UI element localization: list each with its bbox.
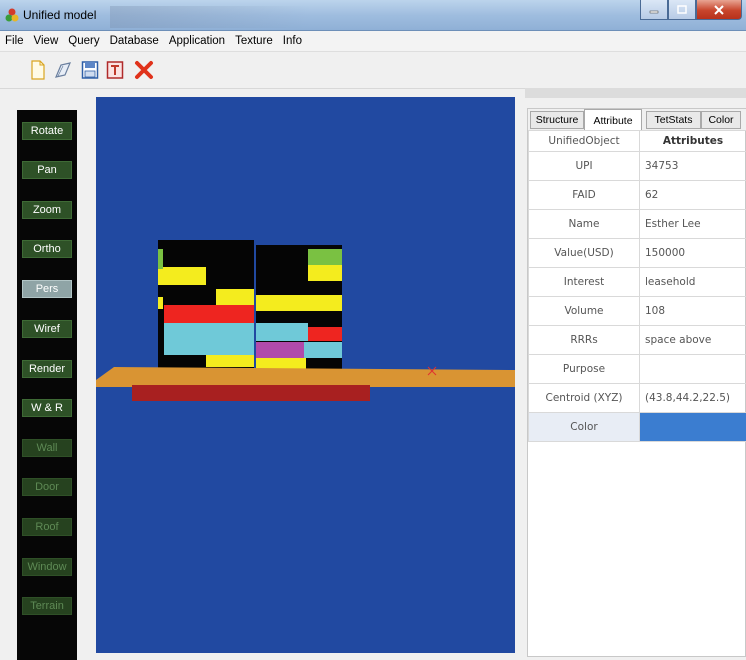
- app-icon: [5, 8, 19, 22]
- tab-color[interactable]: Color: [701, 111, 741, 129]
- row-key: Purpose: [528, 354, 640, 384]
- window-title: Unified model: [23, 8, 97, 22]
- close-button[interactable]: [696, 0, 742, 20]
- new-icon: [31, 60, 45, 80]
- menu-bar: File View Query Database Application Tex…: [0, 31, 746, 52]
- panel-header-strip: [525, 88, 746, 98]
- pers-button[interactable]: Pers: [22, 280, 72, 298]
- minimize-icon: [649, 10, 659, 13]
- view-control-panel: Rotate Pan Zoom Ortho Pers Wiref Render …: [17, 110, 77, 660]
- panel-tabs: Structure Attribute TetStats Color: [528, 109, 746, 131]
- row-key: Value(USD): [528, 238, 640, 268]
- row-value[interactable]: (43.8,44.2,22.5): [639, 383, 746, 413]
- table-header-row: UnifiedObject Attributes: [528, 130, 746, 152]
- row-value[interactable]: 62: [639, 180, 746, 210]
- zoom-button[interactable]: Zoom: [22, 201, 72, 219]
- table-row[interactable]: Volume 108: [528, 296, 746, 326]
- window-controls: [640, 0, 742, 20]
- export-button[interactable]: [104, 58, 126, 82]
- render-button[interactable]: Render: [22, 360, 72, 378]
- row-value[interactable]: 150000: [639, 238, 746, 268]
- table-row[interactable]: Interest leasehold: [528, 267, 746, 297]
- window-button[interactable]: Window: [22, 558, 72, 576]
- table-row[interactable]: Name Esther Lee: [528, 209, 746, 239]
- menu-texture[interactable]: Texture: [230, 35, 278, 47]
- row-key: Volume: [528, 296, 640, 326]
- column-header-attributes: Attributes: [639, 130, 746, 152]
- new-button[interactable]: [27, 58, 49, 82]
- delete-button[interactable]: [133, 58, 155, 82]
- door-button[interactable]: Door: [22, 478, 72, 496]
- ground-plane[interactable]: [96, 367, 515, 387]
- menu-application[interactable]: Application: [164, 35, 230, 47]
- open-icon: [55, 62, 71, 78]
- row-key: Color: [528, 412, 640, 442]
- pan-button[interactable]: Pan: [22, 161, 72, 179]
- color-swatch[interactable]: [639, 412, 746, 442]
- rotate-button[interactable]: Rotate: [22, 122, 72, 140]
- row-value[interactable]: 108: [639, 296, 746, 326]
- row-value[interactable]: Esther Lee: [639, 209, 746, 239]
- table-row[interactable]: Value(USD) 150000: [528, 238, 746, 268]
- maximize-button[interactable]: [668, 0, 696, 20]
- table-row[interactable]: RRRs space above: [528, 325, 746, 355]
- save-icon: [81, 61, 99, 79]
- column-header-object: UnifiedObject: [528, 130, 640, 152]
- minimize-button[interactable]: [640, 0, 668, 20]
- building-model[interactable]: [158, 240, 342, 370]
- row-key: FAID: [528, 180, 640, 210]
- roof-button[interactable]: Roof: [22, 518, 72, 536]
- menu-database[interactable]: Database: [105, 35, 164, 47]
- attribute-panel: Structure Attribute TetStats Color Unifi…: [527, 108, 746, 657]
- wr-button[interactable]: W & R: [22, 399, 72, 417]
- row-value[interactable]: leasehold: [639, 267, 746, 297]
- row-key: UPI: [528, 151, 640, 181]
- 3d-viewport[interactable]: [96, 97, 515, 653]
- attribute-table: UnifiedObject Attributes UPI 34753 FAID …: [528, 130, 746, 442]
- close-icon: [714, 4, 724, 15]
- table-row[interactable]: Color: [528, 412, 746, 442]
- wiref-button[interactable]: Wiref: [22, 320, 72, 338]
- table-row[interactable]: UPI 34753: [528, 151, 746, 181]
- row-key: Name: [528, 209, 640, 239]
- row-value[interactable]: [639, 354, 746, 384]
- row-key: Centroid (XYZ): [528, 383, 640, 413]
- row-key: Interest: [528, 267, 640, 297]
- row-value[interactable]: 34753: [639, 151, 746, 181]
- menu-file[interactable]: File: [0, 35, 29, 47]
- base-slab[interactable]: [132, 385, 370, 401]
- open-button[interactable]: [52, 58, 74, 82]
- delete-icon: [135, 61, 153, 79]
- table-row[interactable]: Purpose: [528, 354, 746, 384]
- title-bar: Unified model: [0, 0, 746, 31]
- row-value[interactable]: space above: [639, 325, 746, 355]
- tab-attribute[interactable]: Attribute: [584, 109, 642, 131]
- table-row[interactable]: FAID 62: [528, 180, 746, 210]
- tab-tetstats[interactable]: TetStats: [646, 111, 701, 129]
- toolbar: [0, 52, 746, 89]
- menu-view[interactable]: View: [29, 35, 64, 47]
- export-icon: [106, 61, 124, 79]
- wall-button[interactable]: Wall: [22, 439, 72, 457]
- ortho-button[interactable]: Ortho: [22, 240, 72, 258]
- save-button[interactable]: [79, 58, 101, 82]
- terrain-button[interactable]: Terrain: [22, 597, 72, 615]
- title-tab-shade: [110, 6, 310, 28]
- menu-query[interactable]: Query: [63, 35, 104, 47]
- menu-info[interactable]: Info: [278, 35, 307, 47]
- table-row[interactable]: Centroid (XYZ) (43.8,44.2,22.5): [528, 383, 746, 413]
- maximize-icon: [677, 4, 687, 14]
- tab-structure[interactable]: Structure: [530, 111, 584, 129]
- 3d-scene[interactable]: [96, 97, 515, 653]
- row-key: RRRs: [528, 325, 640, 355]
